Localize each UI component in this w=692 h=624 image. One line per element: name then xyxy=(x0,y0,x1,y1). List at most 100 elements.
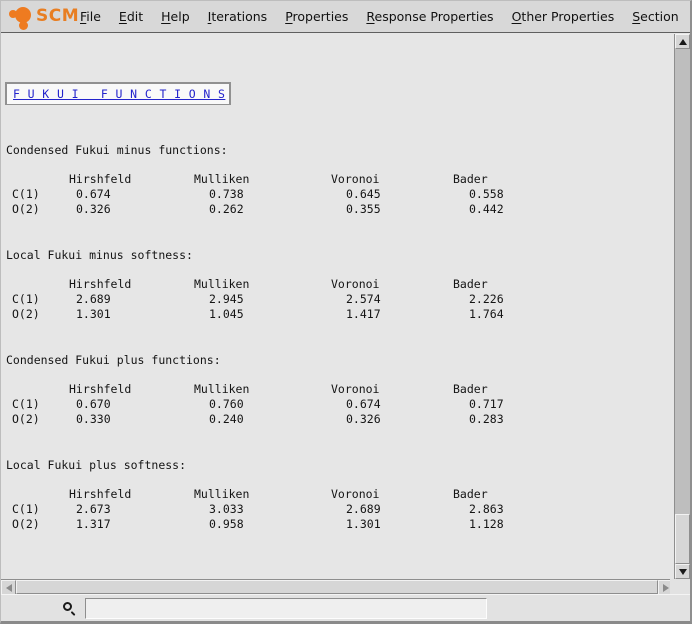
cell-value: 0.760 xyxy=(209,397,244,411)
horizontal-scrollbar-trough[interactable] xyxy=(16,580,658,594)
fukui-functions-heading[interactable]: F U K U I F U N C T I O N S xyxy=(5,82,231,105)
cell-value: 0.738 xyxy=(209,187,244,201)
menu-section[interactable]: Section xyxy=(623,7,687,26)
section-condensed-fukui-plus: Condensed Fukui plus functions: Hirshfel… xyxy=(1,353,561,429)
col-header-bader: Bader xyxy=(453,382,488,396)
menu-properties[interactable]: Properties xyxy=(276,7,357,26)
scroll-down-button[interactable] xyxy=(675,564,690,579)
cell-value: 0.958 xyxy=(209,517,244,531)
cell-value: 0.670 xyxy=(76,397,111,411)
col-header-hirshfeld: Hirshfeld xyxy=(69,487,131,501)
table-header-row: Hirshfeld Mulliken Voronoi Bader xyxy=(1,487,561,501)
cell-value: 0.674 xyxy=(76,187,111,201)
arrow-right-icon xyxy=(663,584,669,592)
cell-value: 2.689 xyxy=(76,292,111,306)
arrow-up-icon xyxy=(679,39,687,45)
cell-value: 2.574 xyxy=(346,292,381,306)
cell-value: 0.442 xyxy=(469,202,504,216)
menu-edit[interactable]: Edit xyxy=(110,7,152,26)
vertical-scrollbar-trough[interactable] xyxy=(675,49,690,564)
horizontal-scrollbar[interactable] xyxy=(1,579,673,594)
table-header-row: Hirshfeld Mulliken Voronoi Bader xyxy=(1,382,561,396)
table-row: C(1) 0.670 0.760 0.674 0.717 xyxy=(1,397,561,411)
section-condensed-fukui-minus: Condensed Fukui minus functions: Hirshfe… xyxy=(1,143,561,219)
table-row: C(1) 2.673 3.033 2.689 2.863 xyxy=(1,502,561,516)
section-title: Local Fukui plus softness: xyxy=(6,458,186,472)
section-local-fukui-plus: Local Fukui plus softness: Hirshfeld Mul… xyxy=(1,458,561,534)
search-input[interactable] xyxy=(85,598,487,619)
col-header-mulliken: Mulliken xyxy=(194,277,249,291)
section-heading-link[interactable]: F U K U I F U N C T I O N S xyxy=(13,87,225,101)
col-header-hirshfeld: Hirshfeld xyxy=(69,172,131,186)
menu-other-properties[interactable]: Other Properties xyxy=(503,7,624,26)
scrollbar-corner xyxy=(670,579,690,594)
scm-logo: SCM xyxy=(9,3,71,31)
search-icon xyxy=(63,602,76,615)
col-header-hirshfeld: Hirshfeld xyxy=(69,277,131,291)
logo-text: SCM xyxy=(36,6,79,26)
col-header-bader: Bader xyxy=(453,172,488,186)
table-row: O(2) 1.317 0.958 1.301 1.128 xyxy=(1,517,561,531)
search-bar xyxy=(1,594,690,622)
row-label: O(2) xyxy=(12,412,40,426)
cell-value: 3.033 xyxy=(209,502,244,516)
cell-value: 0.674 xyxy=(346,397,381,411)
table-row: O(2) 0.330 0.240 0.326 0.283 xyxy=(1,412,561,426)
cell-value: 1.417 xyxy=(346,307,381,321)
row-label: C(1) xyxy=(12,397,40,411)
table-row: O(2) 0.326 0.262 0.355 0.442 xyxy=(1,202,561,216)
scroll-up-button[interactable] xyxy=(675,34,690,49)
section-title: Local Fukui minus softness: xyxy=(6,248,193,262)
row-label: C(1) xyxy=(12,502,40,516)
output-text-area[interactable]: F U K U I F U N C T I O N S Condensed Fu… xyxy=(1,34,690,579)
table-row: C(1) 0.674 0.738 0.645 0.558 xyxy=(1,187,561,201)
col-header-voronoi: Voronoi xyxy=(331,277,379,291)
menu-response-properties[interactable]: Response Properties xyxy=(357,7,502,26)
table-header-row: Hirshfeld Mulliken Voronoi Bader xyxy=(1,277,561,291)
menu-help[interactable]: Help xyxy=(152,7,199,26)
scm-output-viewer-window: SCM File Edit Help Iterations Properties… xyxy=(0,0,692,624)
cell-value: 2.863 xyxy=(469,502,504,516)
row-label: O(2) xyxy=(12,202,40,216)
cell-value: 0.326 xyxy=(346,412,381,426)
cell-value: 1.045 xyxy=(209,307,244,321)
cell-value: 0.262 xyxy=(209,202,244,216)
arrow-down-icon xyxy=(679,569,687,575)
col-header-mulliken: Mulliken xyxy=(194,382,249,396)
col-header-bader: Bader xyxy=(453,277,488,291)
vertical-scrollbar-thumb[interactable] xyxy=(675,514,690,564)
row-label: C(1) xyxy=(12,187,40,201)
cell-value: 0.558 xyxy=(469,187,504,201)
arrow-left-icon xyxy=(6,584,12,592)
col-header-hirshfeld: Hirshfeld xyxy=(69,382,131,396)
section-local-fukui-minus: Local Fukui minus softness: Hirshfeld Mu… xyxy=(1,248,561,324)
col-header-voronoi: Voronoi xyxy=(331,487,379,501)
cell-value: 2.945 xyxy=(209,292,244,306)
row-label: O(2) xyxy=(12,517,40,531)
cell-value: 1.764 xyxy=(469,307,504,321)
cell-value: 0.645 xyxy=(346,187,381,201)
row-label: C(1) xyxy=(12,292,40,306)
vertical-scrollbar[interactable] xyxy=(674,34,690,579)
table-header-row: Hirshfeld Mulliken Voronoi Bader xyxy=(1,172,561,186)
cell-value: 2.226 xyxy=(469,292,504,306)
table-row: C(1) 2.689 2.945 2.574 2.226 xyxy=(1,292,561,306)
menu-iterations[interactable]: Iterations xyxy=(199,7,277,26)
col-header-bader: Bader xyxy=(453,487,488,501)
table-row: O(2) 1.301 1.045 1.417 1.764 xyxy=(1,307,561,321)
col-header-voronoi: Voronoi xyxy=(331,172,379,186)
horizontal-scrollbar-thumb[interactable] xyxy=(16,580,658,594)
cell-value: 0.355 xyxy=(346,202,381,216)
cell-value: 0.330 xyxy=(76,412,111,426)
section-title: Condensed Fukui plus functions: xyxy=(6,353,221,367)
logo-circle-icon xyxy=(19,21,28,30)
section-title: Condensed Fukui minus functions: xyxy=(6,143,228,157)
cell-value: 2.689 xyxy=(346,502,381,516)
cell-value: 0.283 xyxy=(469,412,504,426)
scroll-left-button[interactable] xyxy=(1,580,16,595)
cell-value: 1.301 xyxy=(346,517,381,531)
col-header-voronoi: Voronoi xyxy=(331,382,379,396)
cell-value: 1.128 xyxy=(469,517,504,531)
menubar: SCM File Edit Help Iterations Properties… xyxy=(1,1,690,33)
row-label: O(2) xyxy=(12,307,40,321)
